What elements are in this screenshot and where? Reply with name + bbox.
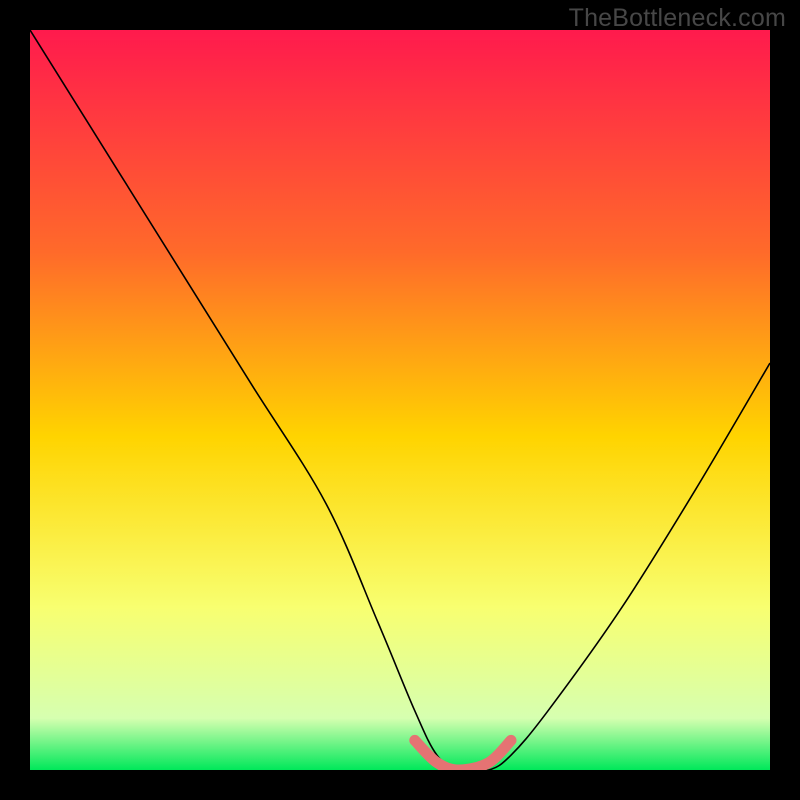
watermark-text: TheBottleneck.com	[569, 4, 786, 33]
chart-plot-area	[30, 30, 770, 770]
chart-svg	[30, 30, 770, 770]
chart-background	[30, 30, 770, 770]
chart-frame: TheBottleneck.com	[0, 0, 800, 800]
